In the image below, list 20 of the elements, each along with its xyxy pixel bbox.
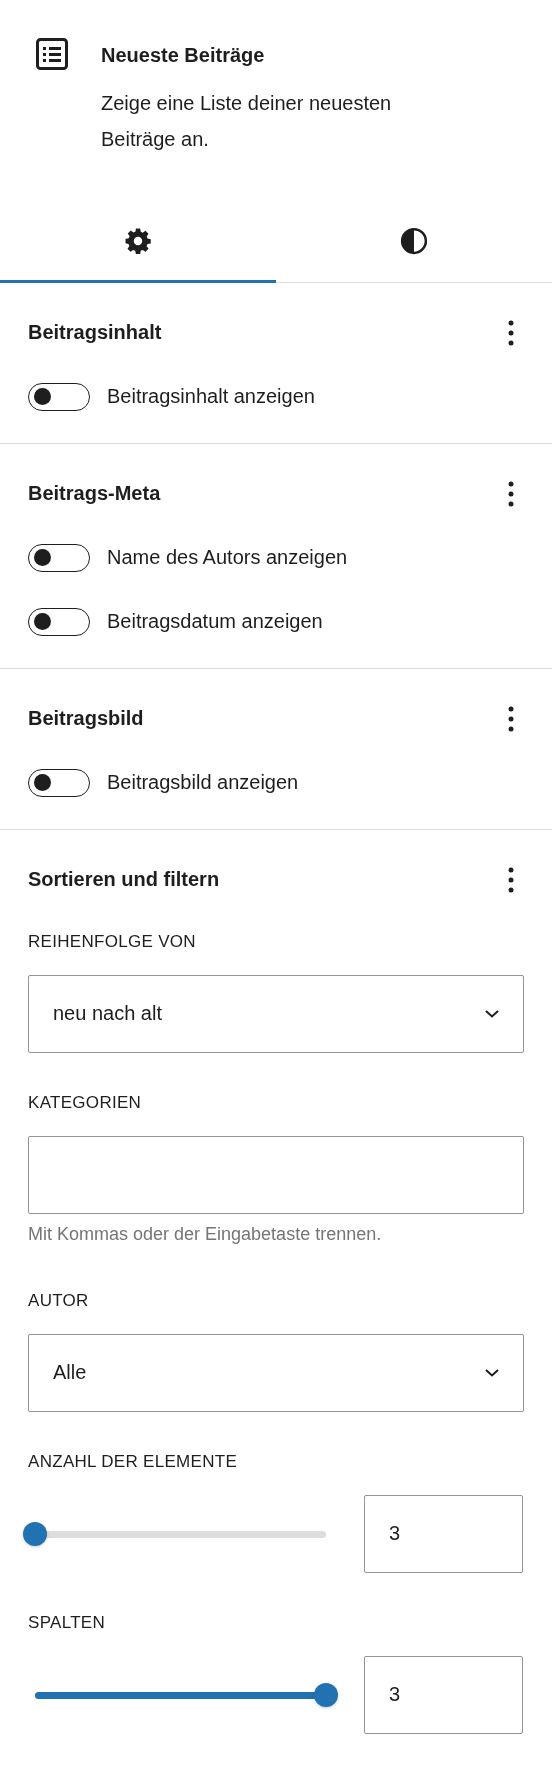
- toggle-label: Beitragsbild anzeigen: [107, 771, 299, 794]
- select-field[interactable]: Alle: [28, 1333, 524, 1412]
- number-field[interactable]: 3: [364, 1655, 523, 1734]
- panel-title: Sortieren und filtern: [28, 868, 220, 891]
- panel-title: Beitrags-Meta: [28, 482, 161, 505]
- block-title: Neueste Beiträge: [101, 43, 266, 68]
- select-field[interactable]: neu nach alt: [28, 974, 524, 1053]
- toggle-label: Beitragsinhalt anzeigen: [107, 385, 315, 408]
- panel-title: Beitragsbild: [28, 707, 144, 730]
- field-label: ANZAHL DER ELEMENTE: [28, 1451, 239, 1472]
- field-label: KATEGORIEN: [28, 1092, 143, 1113]
- field-label: AUTOR: [28, 1290, 90, 1311]
- toggle-label: Name des Autors anzeigen: [107, 546, 348, 569]
- field-label: REIHENFOLGE VON: [28, 931, 197, 952]
- toggle-label: Beitragsdatum anzeigen: [107, 610, 323, 633]
- field-label: SPALTEN: [28, 1612, 107, 1633]
- panel-title: Beitragsinhalt: [28, 321, 162, 344]
- number-field[interactable]: 3: [364, 1494, 523, 1573]
- help-text: Mit Kommas oder der Eingabetaste trennen.: [28, 1222, 383, 1246]
- block-description: Zeige eine Liste deiner neuesten Beiträge an.: [101, 91, 393, 152]
